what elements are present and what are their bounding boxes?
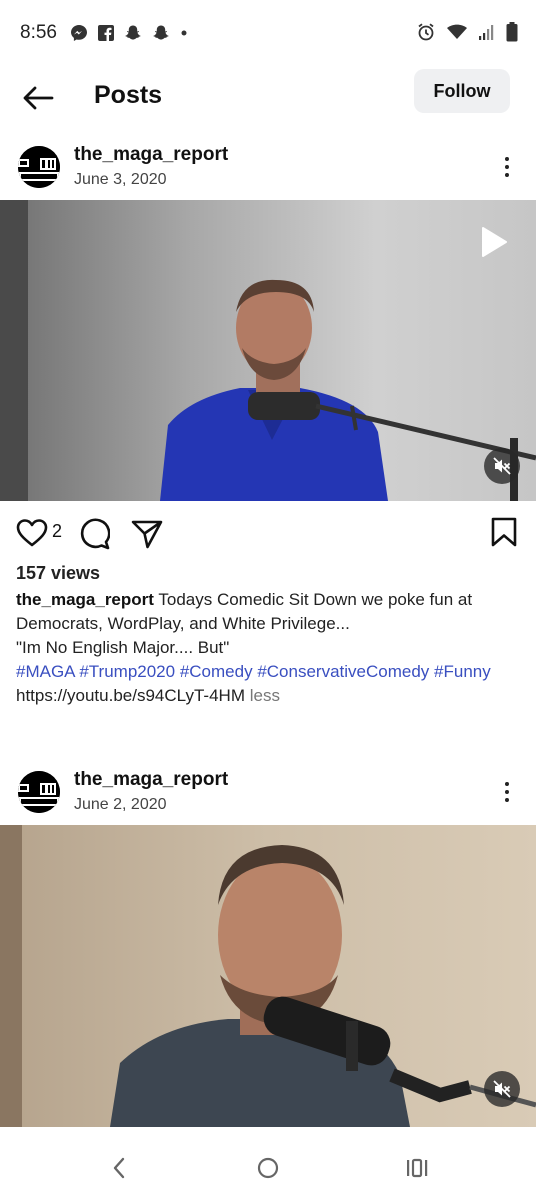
mute-button[interactable] xyxy=(484,1071,520,1107)
post-caption: the_maga_report Todays Comedic Sit Down … xyxy=(16,588,521,708)
battery-icon xyxy=(506,22,518,42)
facebook-icon xyxy=(98,25,114,41)
hashtag[interactable]: #ConservativeComedy xyxy=(257,662,429,681)
post-date: June 3, 2020 xyxy=(74,171,167,188)
snapchat-icon xyxy=(125,25,141,40)
status-bar: 8:56 xyxy=(0,0,536,68)
notification-icons xyxy=(70,24,188,42)
post-video[interactable] xyxy=(0,825,536,1127)
more-options-button[interactable] xyxy=(496,150,518,184)
comment-icon xyxy=(80,518,111,550)
bookmark-icon xyxy=(491,517,517,547)
video-frame xyxy=(0,825,536,1127)
share-button[interactable] xyxy=(131,519,163,554)
back-arrow-icon xyxy=(23,86,54,110)
back-button[interactable] xyxy=(18,78,58,118)
video-frame xyxy=(0,200,536,501)
hashtag[interactable]: #Funny xyxy=(434,662,491,681)
app-header: Posts Follow xyxy=(0,68,536,126)
send-icon xyxy=(131,520,163,549)
wifi-icon xyxy=(447,24,467,39)
play-icon[interactable] xyxy=(480,226,508,263)
post-actions: 2 xyxy=(0,510,536,556)
caption-quote: "Im No English Major.... But" xyxy=(16,638,230,657)
avatar[interactable] xyxy=(18,771,60,813)
comment-button[interactable] xyxy=(78,518,111,555)
signal-icon xyxy=(479,25,494,40)
like-button[interactable] xyxy=(16,518,48,553)
post-date: June 2, 2020 xyxy=(74,796,167,813)
post-username[interactable]: the_maga_report xyxy=(74,144,228,166)
save-button[interactable] xyxy=(491,517,517,552)
page-title: Posts xyxy=(94,81,163,109)
more-options-button[interactable] xyxy=(496,775,518,809)
system-icons xyxy=(416,22,518,42)
home-circle-icon xyxy=(257,1157,279,1179)
hashtag[interactable]: #Trump2020 xyxy=(79,662,175,681)
heart-icon xyxy=(16,519,48,547)
hashtag[interactable]: #Comedy xyxy=(180,662,253,681)
nav-recents-button[interactable] xyxy=(400,1153,434,1183)
caption-link[interactable]: https://youtu.be/s94CLyT-4HM xyxy=(16,686,245,705)
mute-button[interactable] xyxy=(484,448,520,484)
recents-icon xyxy=(407,1158,428,1178)
chevron-left-icon xyxy=(113,1157,125,1179)
channel-logo-icon xyxy=(18,771,60,813)
follow-button[interactable]: Follow xyxy=(414,69,510,113)
nav-home-button[interactable] xyxy=(251,1153,285,1183)
view-count: 157 views xyxy=(16,563,101,583)
status-time: 8:56 xyxy=(20,22,57,43)
nav-back-button[interactable] xyxy=(102,1153,136,1183)
less-link[interactable]: less xyxy=(250,686,280,705)
alarm-icon xyxy=(418,23,434,41)
avatar[interactable] xyxy=(18,146,60,188)
snapchat-icon xyxy=(153,25,169,40)
system-nav-bar xyxy=(0,1127,536,1200)
muted-speaker-icon xyxy=(493,457,511,475)
channel-logo-icon xyxy=(18,146,60,188)
hashtag[interactable]: #MAGA xyxy=(16,662,75,681)
dot-icon xyxy=(181,30,187,36)
post-username[interactable]: the_maga_report xyxy=(74,769,228,791)
messenger-icon xyxy=(71,25,87,41)
muted-speaker-icon xyxy=(493,1080,511,1098)
like-count: 2 xyxy=(52,521,63,541)
caption-username[interactable]: the_maga_report xyxy=(16,590,154,609)
post-video[interactable] xyxy=(0,200,536,501)
